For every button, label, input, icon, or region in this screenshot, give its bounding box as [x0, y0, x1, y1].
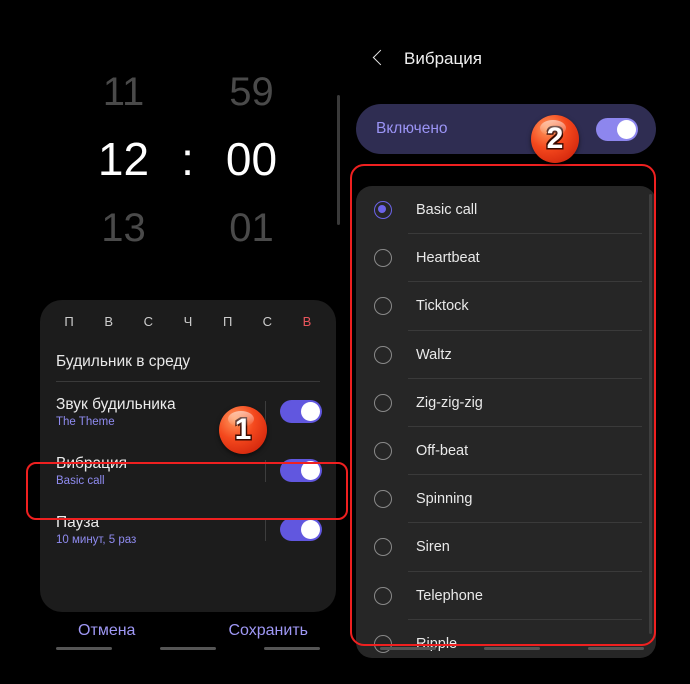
list-item[interactable]: Off-beat — [356, 427, 656, 476]
weekday-selector[interactable]: П В С Ч П С В — [40, 300, 336, 335]
weekday-thu[interactable]: Ч — [175, 314, 201, 329]
radio-button-basic-call[interactable] — [374, 201, 392, 220]
radio-button-waltz[interactable] — [374, 345, 392, 364]
toggle-knob — [301, 520, 320, 539]
radio-button-spinning[interactable] — [374, 490, 392, 509]
weekday-sun[interactable]: В — [294, 314, 320, 329]
option-texts-snooze: Пауза 10 минут, 5 раз — [56, 513, 265, 546]
list-item-label: Siren — [416, 539, 450, 556]
nav-dash-home[interactable] — [159, 647, 216, 650]
vibration-pattern-list: Basic call Heartbeat Ticktock Waltz Zig- — [356, 186, 656, 658]
nav-dash-home[interactable] — [483, 647, 540, 650]
page-title: Вибрация — [404, 49, 482, 68]
list-item-label: Zig-zig-zig — [416, 394, 483, 411]
radio-button-off-beat[interactable] — [374, 442, 392, 461]
option-row-alarm-sound[interactable]: Звук будильника The Theme — [40, 382, 336, 441]
hour-previous[interactable]: 11 — [80, 70, 168, 115]
radio-button-telephone[interactable] — [374, 586, 392, 605]
weekday-fri[interactable]: П — [215, 314, 241, 329]
weekday-sat[interactable]: С — [254, 314, 280, 329]
hour-selected[interactable]: 12 — [80, 132, 168, 186]
alarm-settings-card: П В С Ч П С В Будильник в среду Звук буд… — [40, 300, 336, 612]
minute-previous[interactable]: 59 — [208, 70, 296, 115]
weekday-tue[interactable]: В — [96, 314, 122, 329]
option-title-snooze: Пауза — [56, 514, 100, 531]
weekday-wed[interactable]: С — [135, 314, 161, 329]
toggle-knob — [301, 461, 320, 480]
list-item[interactable]: Basic call — [356, 186, 656, 235]
list-item-label: Waltz — [416, 346, 452, 363]
option-subtitle-snooze: 10 минут, 5 раз — [56, 534, 137, 546]
toggle-knob — [617, 119, 636, 139]
toggle-knob — [301, 402, 320, 421]
list-item[interactable]: Telephone — [356, 572, 656, 620]
minute-selected[interactable]: 00 — [208, 132, 296, 186]
cancel-button[interactable]: Отмена — [78, 622, 135, 639]
option-texts-vibration: Вибрация Basic call — [56, 454, 265, 487]
vibration-header: Вибрация — [350, 18, 673, 70]
list-item-label: Off-beat — [416, 443, 469, 460]
minute-next[interactable]: 01 — [208, 206, 296, 251]
enabled-banner[interactable]: Включено — [356, 104, 656, 154]
time-picker-selected-row[interactable]: 12 : 00 — [26, 132, 349, 186]
option-divider-3 — [265, 518, 266, 541]
nav-dash-back[interactable] — [263, 647, 320, 650]
annotation-badge-1: 1 — [219, 406, 267, 454]
left-navigation-bar — [26, 647, 349, 650]
toggle-alarm-sound[interactable] — [280, 400, 322, 423]
vibration-settings-panel: Вибрация Включено Basic call Heartbeat T… — [350, 18, 673, 662]
list-item[interactable]: Ticktock — [356, 282, 656, 331]
chevron-left-icon[interactable] — [368, 48, 390, 70]
radio-button-siren[interactable] — [374, 538, 392, 557]
weekday-mon[interactable]: П — [56, 314, 82, 329]
hour-next[interactable]: 13 — [80, 206, 168, 251]
left-panel-scrollbar[interactable] — [337, 95, 340, 225]
list-item-label: Ticktock — [416, 298, 469, 315]
radio-button-zig-zig-zig[interactable] — [374, 393, 392, 412]
alarm-name-field[interactable]: Будильник в среду — [56, 353, 320, 382]
list-item-label: Heartbeat — [416, 250, 480, 267]
cancel-button-wrap[interactable]: Отмена — [26, 622, 188, 640]
toggle-vibration-enabled[interactable] — [596, 117, 638, 141]
list-item-label: Spinning — [416, 491, 473, 508]
time-picker-previous-row[interactable]: 11 59 — [26, 70, 349, 115]
dialog-footer: Отмена Сохранить — [26, 622, 349, 640]
option-title-vibration: Вибрация — [56, 455, 128, 472]
radio-button-heartbeat[interactable] — [374, 249, 392, 268]
time-picker[interactable]: 11 59 12 : 00 13 01 — [26, 18, 349, 280]
time-separator: : — [181, 133, 194, 185]
nav-dash-back[interactable] — [587, 647, 644, 650]
list-item[interactable]: Zig-zig-zig — [356, 379, 656, 427]
list-item[interactable]: Waltz — [356, 331, 656, 379]
annotation-badge-2: 2 — [531, 115, 579, 163]
right-navigation-bar — [350, 647, 673, 650]
radio-button-ticktock[interactable] — [374, 297, 392, 316]
option-row-snooze[interactable]: Пауза 10 минут, 5 раз — [40, 500, 336, 559]
option-subtitle-vibration: Basic call — [56, 475, 105, 487]
list-item[interactable]: Spinning — [356, 475, 656, 524]
nav-dash-recents[interactable] — [379, 647, 436, 650]
option-divider-2 — [265, 459, 266, 482]
list-item[interactable]: Heartbeat — [356, 234, 656, 283]
radio-button-ripple[interactable] — [374, 634, 392, 653]
option-row-vibration[interactable]: Вибрация Basic call — [40, 441, 336, 500]
toggle-vibration[interactable] — [280, 459, 322, 482]
option-divider-1 — [265, 400, 266, 423]
save-button-wrap[interactable]: Сохранить — [188, 622, 350, 640]
time-picker-next-row[interactable]: 13 01 — [26, 206, 349, 251]
list-item-label: Basic call — [416, 202, 478, 219]
alarm-edit-panel: 11 59 12 : 00 13 01 П В С Ч П С В Будиль… — [26, 18, 349, 662]
list-item[interactable]: Siren — [356, 523, 656, 572]
list-scrollbar[interactable] — [649, 194, 652, 634]
save-button[interactable]: Сохранить — [228, 622, 308, 639]
screenshot-root: 11 59 12 : 00 13 01 П В С Ч П С В Будиль… — [0, 0, 690, 684]
list-item-label: Telephone — [416, 587, 483, 604]
toggle-snooze[interactable] — [280, 518, 322, 541]
nav-dash-recents[interactable] — [55, 647, 112, 650]
list-item[interactable]: Ripple — [356, 620, 656, 658]
